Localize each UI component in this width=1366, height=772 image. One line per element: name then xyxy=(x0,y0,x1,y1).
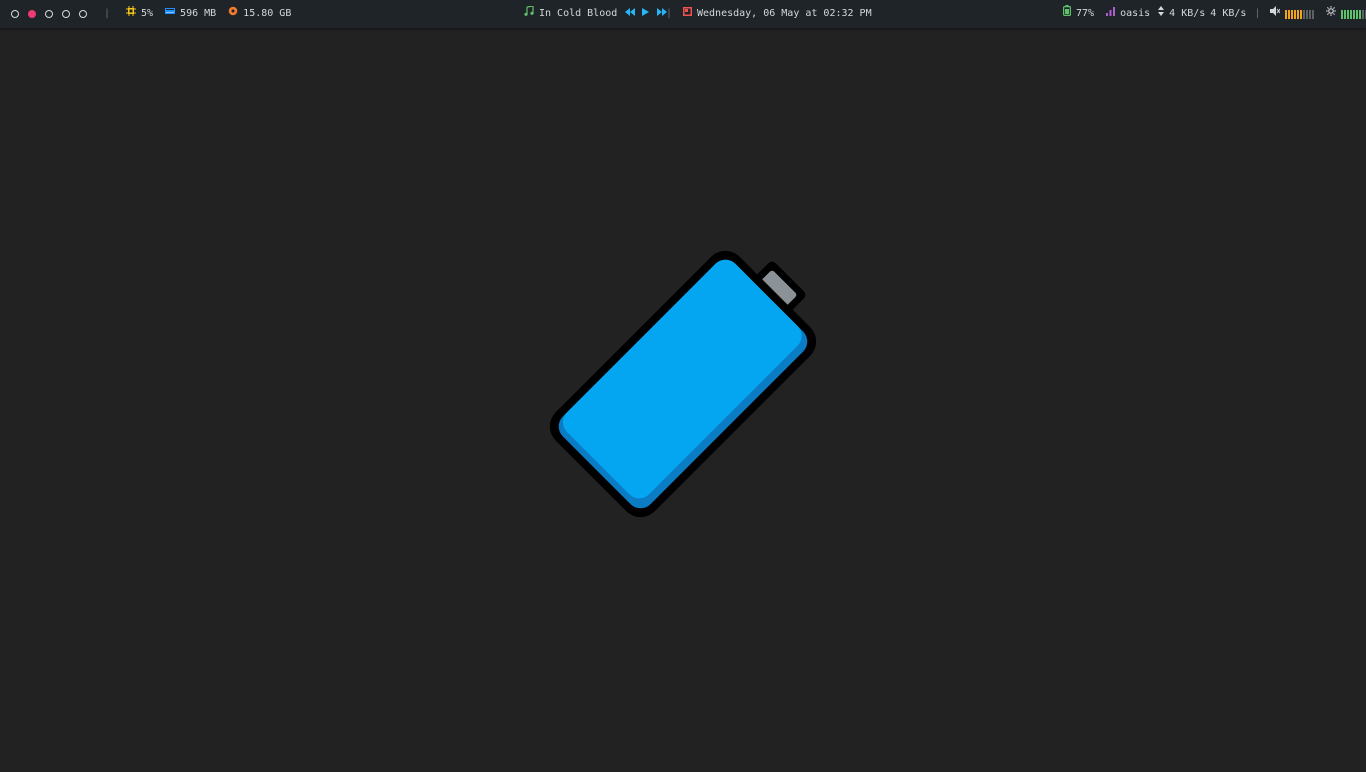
battery-illustration xyxy=(549,250,817,518)
disk-usage: 15.80 GB xyxy=(243,8,292,19)
volume-level-bar[interactable] xyxy=(1285,9,1315,19)
level-segment xyxy=(1356,9,1359,19)
workspace-5-dot[interactable] xyxy=(79,10,87,18)
level-segment xyxy=(1347,9,1350,19)
battery-icon xyxy=(1063,0,1072,28)
network-down-speed: 4 KB/s xyxy=(1169,8,1206,19)
level-segment xyxy=(1288,9,1291,19)
desktop xyxy=(0,28,1366,768)
brightness-icon[interactable] xyxy=(1326,0,1337,28)
calendar-icon xyxy=(683,0,692,28)
workspace-indicators xyxy=(11,0,87,28)
level-segment xyxy=(1341,9,1344,19)
workspace-2-dot[interactable] xyxy=(28,10,36,18)
workspace-3-dot[interactable] xyxy=(45,10,53,18)
workspace-1-dot[interactable] xyxy=(11,10,19,18)
speaker-muted-icon[interactable] xyxy=(1270,0,1281,28)
level-segment xyxy=(1344,9,1347,19)
date-time-text: Wednesday, 06 May at 02:32 PM xyxy=(697,8,872,19)
level-segment xyxy=(1359,9,1362,19)
level-segment xyxy=(1303,9,1306,19)
top-status-bar: | 5% 596 MB 15.80 GB In Cold Blood | Wed… xyxy=(0,0,1366,28)
level-segment xyxy=(1285,9,1288,19)
memory-usage: 596 MB xyxy=(180,8,217,19)
brightness-level-bar[interactable] xyxy=(1341,9,1366,19)
level-segment xyxy=(1312,9,1315,19)
separator-middle: | xyxy=(666,8,673,19)
level-segment xyxy=(1291,9,1294,19)
datetime: Wednesday, 06 May at 02:32 PM xyxy=(683,0,872,28)
disk-icon xyxy=(228,0,238,28)
workspace-4-dot[interactable] xyxy=(62,10,70,18)
separator-left: | xyxy=(104,8,111,19)
cpu-usage: 5% xyxy=(141,8,154,19)
level-segment xyxy=(1362,9,1365,19)
level-segment xyxy=(1353,9,1356,19)
status-tray: 77% oasis 4 KB/s 4 KB/s | xyxy=(1063,0,1366,28)
music-note-icon xyxy=(524,0,534,28)
level-segment xyxy=(1300,9,1303,19)
play-icon[interactable] xyxy=(642,0,650,28)
level-segment xyxy=(1306,9,1309,19)
level-segment xyxy=(1350,9,1353,19)
wifi-signal-icon xyxy=(1106,0,1116,28)
level-segment xyxy=(1297,9,1300,19)
previous-icon[interactable] xyxy=(625,0,636,28)
memory-icon xyxy=(165,0,176,28)
network-up-speed: 4 KB/s xyxy=(1210,8,1247,19)
battery-level: 77% xyxy=(1076,8,1095,19)
network-ssid: oasis xyxy=(1120,8,1151,19)
track-title: In Cold Blood xyxy=(539,8,618,19)
up-down-arrows-icon xyxy=(1158,0,1165,28)
level-segment xyxy=(1309,9,1312,19)
separator-right: | xyxy=(1254,8,1261,19)
cpu-icon xyxy=(126,0,136,28)
system-stats: 5% 596 MB 15.80 GB xyxy=(126,0,291,28)
music-player: In Cold Blood xyxy=(524,0,672,28)
level-segment xyxy=(1294,9,1297,19)
